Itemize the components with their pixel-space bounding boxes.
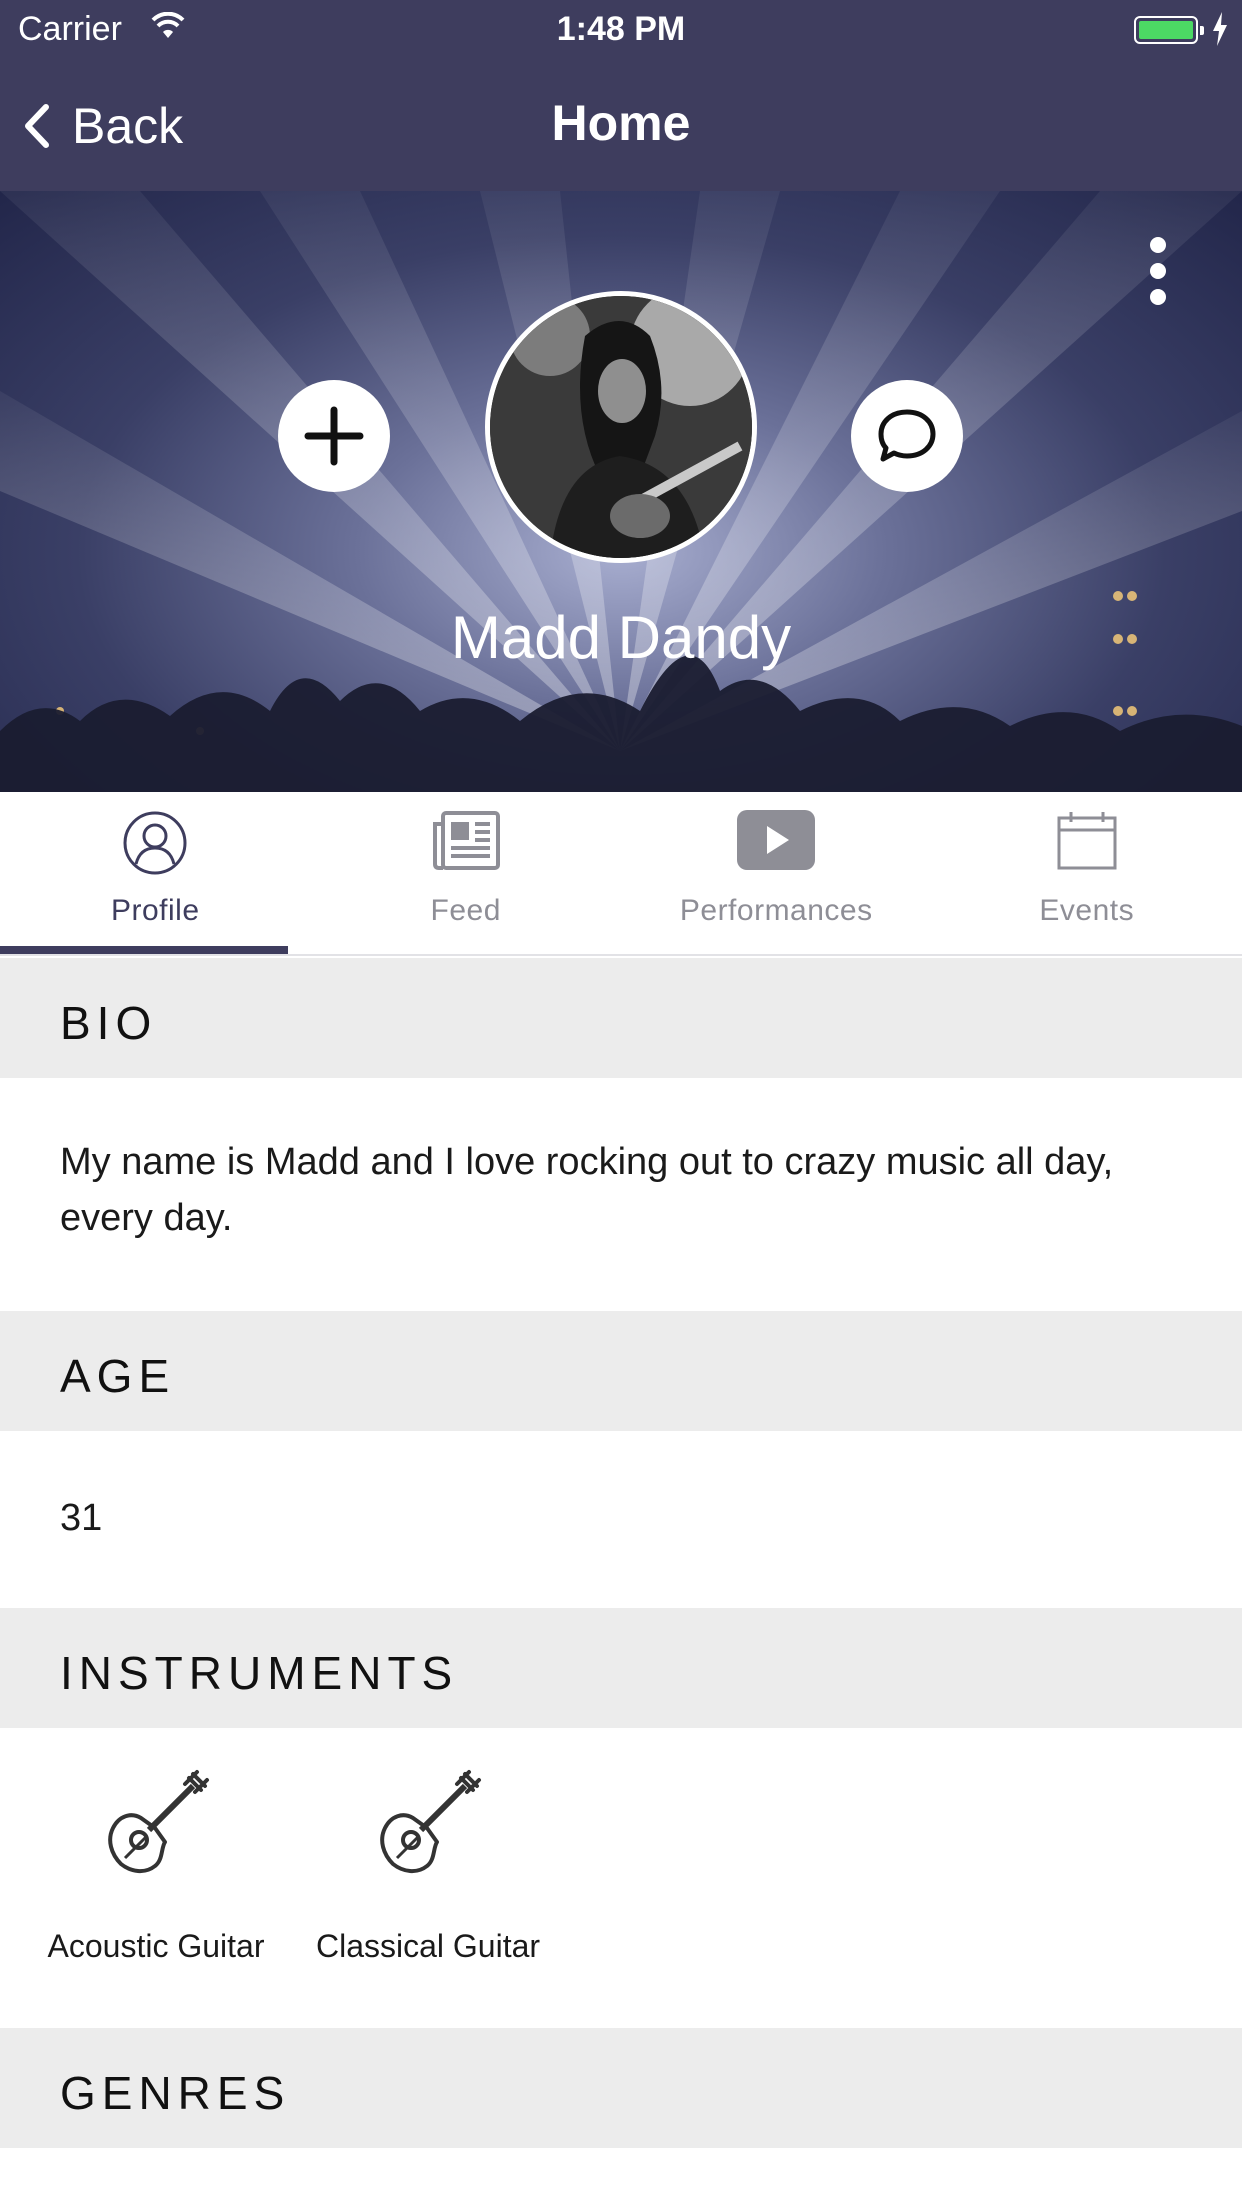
age-value: 31 bbox=[60, 1497, 103, 1539]
message-button[interactable] bbox=[851, 380, 963, 492]
age-section-header: AGE bbox=[0, 1311, 1242, 1431]
section-title: AGE bbox=[60, 1350, 176, 1402]
instrument-label: Acoustic Guitar bbox=[47, 1928, 265, 1964]
chat-bubble-icon bbox=[878, 409, 936, 462]
instrument-item[interactable]: Acoustic Guitar bbox=[26, 1768, 286, 1965]
bio-text: My name is Madd and I love rocking out t… bbox=[60, 1141, 1114, 1239]
bio-section: My name is Madd and I love rocking out t… bbox=[0, 1078, 1242, 1311]
age-section: 31 bbox=[0, 1431, 1242, 1608]
newspaper-icon bbox=[432, 811, 500, 870]
profile-name: Madd Dandy bbox=[450, 604, 792, 671]
tab-label: Events bbox=[1039, 894, 1135, 927]
plus-icon bbox=[304, 406, 364, 466]
guitar-icon bbox=[108, 1770, 209, 1873]
status-time: 1:48 PM bbox=[556, 10, 686, 48]
profile-tabs: Profile Feed Performances Events bbox=[0, 792, 1242, 956]
tab-label: Feed bbox=[430, 894, 501, 927]
page-title: Home bbox=[551, 95, 691, 151]
tab-profile[interactable]: Profile bbox=[0, 792, 311, 956]
add-friend-button[interactable] bbox=[278, 380, 390, 492]
tab-label: Profile bbox=[110, 894, 200, 927]
calendar-icon bbox=[1057, 812, 1117, 870]
more-options-button[interactable] bbox=[1144, 237, 1172, 309]
play-video-icon bbox=[737, 810, 816, 870]
bio-section-header: BIO bbox=[0, 958, 1242, 1078]
section-title: INSTRUMENTS bbox=[60, 1647, 459, 1699]
genres-section bbox=[0, 2148, 1242, 2208]
avatar bbox=[485, 291, 757, 563]
genres-section-header: GENRES bbox=[0, 2028, 1242, 2148]
tab-events[interactable]: Events bbox=[932, 792, 1242, 956]
section-title: GENRES bbox=[60, 2067, 291, 2119]
tab-feed[interactable]: Feed bbox=[311, 792, 622, 956]
instrument-label: Classical Guitar bbox=[315, 1928, 541, 1964]
person-icon bbox=[123, 811, 187, 875]
instruments-section-header: INSTRUMENTS bbox=[0, 1608, 1242, 1728]
section-title: BIO bbox=[60, 997, 158, 1049]
profile-photo bbox=[490, 296, 752, 558]
tab-performances[interactable]: Performances bbox=[621, 792, 932, 956]
charging-bolt-icon bbox=[1212, 12, 1228, 51]
status-bar: Carrier 1:48 PM bbox=[0, 0, 1242, 60]
more-vertical-icon bbox=[1150, 237, 1166, 253]
instruments-section: Acoustic Guitar Classical Guitar bbox=[0, 1728, 1242, 2028]
instrument-item[interactable]: Classical Guitar bbox=[298, 1768, 558, 1965]
active-tab-indicator bbox=[0, 946, 288, 954]
profile-header: Madd Dandy bbox=[0, 191, 1242, 792]
battery-icon bbox=[1134, 16, 1204, 44]
tab-label: Performances bbox=[679, 894, 873, 927]
guitar-icon bbox=[380, 1770, 481, 1873]
navigation-bar: Carrier 1:48 PM Back Home bbox=[0, 0, 1242, 191]
